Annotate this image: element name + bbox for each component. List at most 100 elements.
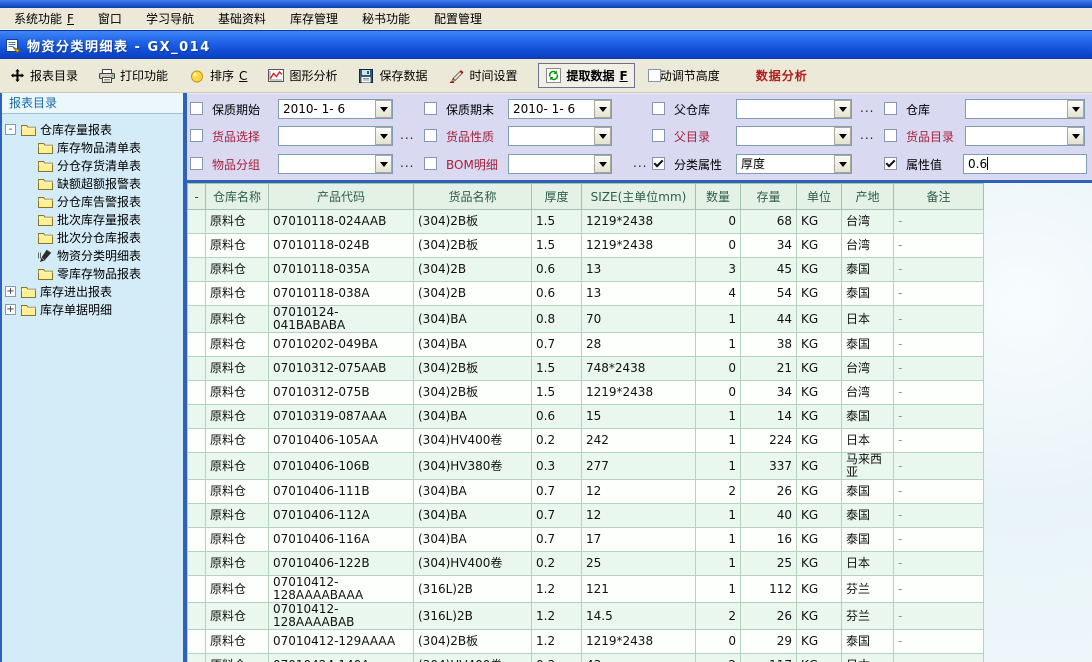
sidebar-item-6[interactable]: 批次分仓库报表 bbox=[2, 228, 183, 246]
table-row[interactable]: 原料仓07010406-122B(304)HV400卷0.225125KG日本- bbox=[188, 552, 984, 576]
ellipsis-button[interactable]: ... bbox=[860, 101, 874, 115]
toolbar-button-3[interactable]: 图形分析 bbox=[268, 67, 337, 84]
dropdown-arrow-icon[interactable] bbox=[375, 100, 392, 118]
table-row[interactable]: 原料仓07010412-129AAAA(304)2B板1.21219*24380… bbox=[188, 630, 984, 654]
dropdown-arrow-icon[interactable] bbox=[834, 155, 851, 173]
filter-dropdown-物品分组[interactable] bbox=[278, 154, 393, 174]
sidebar-item-8[interactable]: 零库存物品报表 bbox=[2, 264, 183, 282]
table-row[interactable]: 原料仓07010118-038A(304)2B0.613454KG泰国- bbox=[188, 282, 984, 306]
table-row[interactable]: 原料仓07010424-140A(304)HV400卷0.3432117KG日本… bbox=[188, 654, 984, 662]
menu-item-0[interactable]: 系统功能F bbox=[2, 8, 86, 29]
table-row[interactable]: 原料仓07010118-035A(304)2B0.613345KG泰国- bbox=[188, 258, 984, 282]
column-header-2[interactable]: 货品名称 bbox=[414, 184, 532, 210]
toolbar-button-5[interactable]: 时间设置 bbox=[448, 67, 517, 84]
sidebar-item-3[interactable]: 缺额超额报警表 bbox=[2, 174, 183, 192]
table-row[interactable]: 原料仓07010406-116A(304)BA0.717116KG泰国- bbox=[188, 528, 984, 552]
menu-item-6[interactable]: 配置管理 bbox=[422, 8, 494, 29]
filter-checkbox-物品分组[interactable] bbox=[190, 157, 203, 170]
filter-dropdown-保质期始[interactable]: 2010- 1- 6 bbox=[278, 99, 393, 119]
filter-checkbox-货品性质[interactable] bbox=[424, 129, 437, 142]
dropdown-arrow-icon[interactable] bbox=[375, 127, 392, 145]
table-row[interactable]: 原料仓07010118-024AAB(304)2B板1.51219*243806… bbox=[188, 210, 984, 234]
filter-dropdown-父仓库[interactable] bbox=[736, 99, 852, 119]
sidebar-item-5[interactable]: 批次库存量报表 bbox=[2, 210, 183, 228]
dropdown-arrow-icon[interactable] bbox=[834, 100, 851, 118]
filter-checkbox-保质期末[interactable] bbox=[424, 102, 437, 115]
sidebar-item-4[interactable]: 分仓库告警报表 bbox=[2, 192, 183, 210]
table-row[interactable]: 原料仓07010406-105AA(304)HV400卷0.22421224KG… bbox=[188, 429, 984, 453]
table-row[interactable]: 原料仓07010412-128AAAABAAA(316L)2B1.2121111… bbox=[188, 576, 984, 603]
ellipsis-button[interactable]: ... bbox=[400, 156, 414, 170]
collapse-box-icon[interactable]: - bbox=[5, 124, 16, 135]
data-analysis-label[interactable]: 数据分析 bbox=[756, 67, 808, 84]
table-row[interactable]: 原料仓07010312-075AAB(304)2B板1.5748*2438021… bbox=[188, 357, 984, 381]
filter-checkbox-保质期始[interactable] bbox=[190, 102, 203, 115]
sidebar-item-2[interactable]: 分仓存货清单表 bbox=[2, 156, 183, 174]
table-row[interactable]: 原料仓07010202-049BA(304)BA0.728138KG泰国- bbox=[188, 333, 984, 357]
filter-dropdown-BOM明细[interactable] bbox=[508, 154, 612, 174]
filter-checkbox-货品目录[interactable] bbox=[884, 129, 897, 142]
toolbar-button-0[interactable]: 报表目录 bbox=[9, 67, 78, 84]
ellipsis-button[interactable]: ... bbox=[400, 128, 414, 142]
toolbar-button-4[interactable]: 保存数据 bbox=[358, 67, 427, 84]
dropdown-arrow-icon[interactable] bbox=[1067, 100, 1084, 118]
table-row[interactable]: 原料仓07010406-111B(304)BA0.712226KG泰国- bbox=[188, 480, 984, 504]
menu-item-2[interactable]: 学习导航 bbox=[134, 8, 206, 29]
sidebar-item-7[interactable]: 物资分类明细表 bbox=[2, 246, 183, 264]
filter-dropdown-仓库[interactable] bbox=[965, 99, 1085, 119]
menu-item-4[interactable]: 库存管理 bbox=[278, 8, 350, 29]
toolbar-button-1[interactable]: 打印功能 bbox=[99, 67, 168, 84]
column-header-8[interactable]: 产地 bbox=[842, 184, 894, 210]
sidebar-item-0[interactable]: -仓库存量报表 bbox=[2, 120, 183, 138]
column-header-7[interactable]: 单位 bbox=[797, 184, 842, 210]
filter-dropdown-货品目录[interactable] bbox=[965, 126, 1085, 146]
filter-checkbox-父目录[interactable] bbox=[652, 129, 665, 142]
dropdown-arrow-icon[interactable] bbox=[375, 155, 392, 173]
filter-checkbox-货品选择[interactable] bbox=[190, 129, 203, 142]
auto-height-checkbox[interactable] bbox=[648, 69, 661, 82]
column-header-1[interactable]: 产品代码 bbox=[269, 184, 414, 210]
filter-input-属性值[interactable]: 0.6 bbox=[963, 154, 1087, 174]
dropdown-arrow-icon[interactable] bbox=[594, 100, 611, 118]
filter-checkbox-父仓库[interactable] bbox=[652, 102, 665, 115]
filter-checkbox-分类属性[interactable] bbox=[652, 157, 665, 170]
filter-checkbox-属性值[interactable] bbox=[884, 157, 897, 170]
filter-checkbox-BOM明细[interactable] bbox=[424, 157, 437, 170]
table-row[interactable]: 原料仓07010406-106B(304)HV380卷0.32771337KG马… bbox=[188, 453, 984, 480]
expand-box-icon[interactable]: + bbox=[5, 304, 16, 315]
dropdown-arrow-icon[interactable] bbox=[594, 127, 611, 145]
sidebar-item-1[interactable]: 库存物品清单表 bbox=[2, 138, 183, 156]
column-header-4[interactable]: SIZE(主单位mm) bbox=[582, 184, 696, 210]
filter-dropdown-分类属性[interactable]: 厚度 bbox=[736, 154, 852, 174]
toolbar-button-6[interactable]: 提取数据F bbox=[538, 63, 634, 88]
filter-dropdown-货品选择[interactable] bbox=[278, 126, 393, 146]
table-row[interactable]: 原料仓07010412-128AAAABAB(316L)2B1.214.5226… bbox=[188, 603, 984, 630]
corner-collapse-header[interactable]: - bbox=[188, 184, 206, 210]
dropdown-arrow-icon[interactable] bbox=[594, 155, 611, 173]
column-header-9[interactable]: 备注 bbox=[894, 184, 984, 210]
table-row[interactable]: 原料仓07010124-041BABABA(304)BA0.870144KG日本… bbox=[188, 306, 984, 333]
expand-box-icon[interactable]: + bbox=[5, 286, 16, 297]
filter-dropdown-父目录[interactable] bbox=[736, 126, 852, 146]
dropdown-arrow-icon[interactable] bbox=[834, 127, 851, 145]
column-header-3[interactable]: 厚度 bbox=[532, 184, 582, 210]
menu-item-5[interactable]: 秘书功能 bbox=[350, 8, 422, 29]
filter-checkbox-仓库[interactable] bbox=[884, 102, 897, 115]
ellipsis-button[interactable]: ... bbox=[860, 128, 874, 142]
dropdown-arrow-icon[interactable] bbox=[1067, 127, 1084, 145]
table-row[interactable]: 原料仓07010406-112A(304)BA0.712140KG泰国- bbox=[188, 504, 984, 528]
ellipsis-button[interactable]: ... bbox=[633, 156, 647, 170]
menu-item-1[interactable]: 窗口 bbox=[86, 8, 134, 29]
sidebar-item-10[interactable]: +库存单据明细 bbox=[2, 300, 183, 318]
column-header-0[interactable]: 仓库名称 bbox=[206, 184, 269, 210]
toolbar-button-2[interactable]: 排序C bbox=[189, 67, 247, 84]
table-row[interactable]: 原料仓07010312-075B(304)2B板1.51219*2438034K… bbox=[188, 381, 984, 405]
column-header-6[interactable]: 存量 bbox=[741, 184, 797, 210]
filter-dropdown-货品性质[interactable] bbox=[508, 126, 612, 146]
filter-dropdown-保质期末[interactable]: 2010- 1- 6 bbox=[508, 99, 612, 119]
column-header-5[interactable]: 数量 bbox=[696, 184, 741, 210]
menu-item-3[interactable]: 基础资料 bbox=[206, 8, 278, 29]
table-row[interactable]: 原料仓07010319-087AAA(304)BA0.615114KG泰国- bbox=[188, 405, 984, 429]
sidebar-item-9[interactable]: +库存进出报表 bbox=[2, 282, 183, 300]
table-row[interactable]: 原料仓07010118-024B(304)2B板1.51219*2438034K… bbox=[188, 234, 984, 258]
